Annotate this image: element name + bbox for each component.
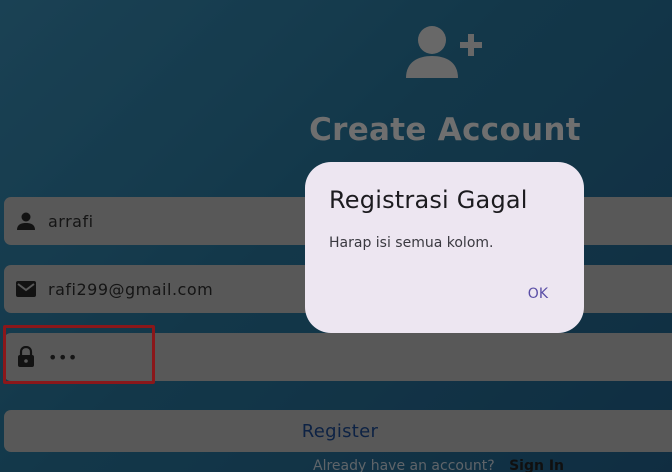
- ok-button[interactable]: OK: [522, 282, 554, 306]
- dialog-message: Harap isi semua kolom.: [329, 235, 494, 251]
- dialog-title: Registrasi Gagal: [329, 186, 528, 214]
- error-dialog: Registrasi Gagal Harap isi semua kolom. …: [305, 162, 584, 333]
